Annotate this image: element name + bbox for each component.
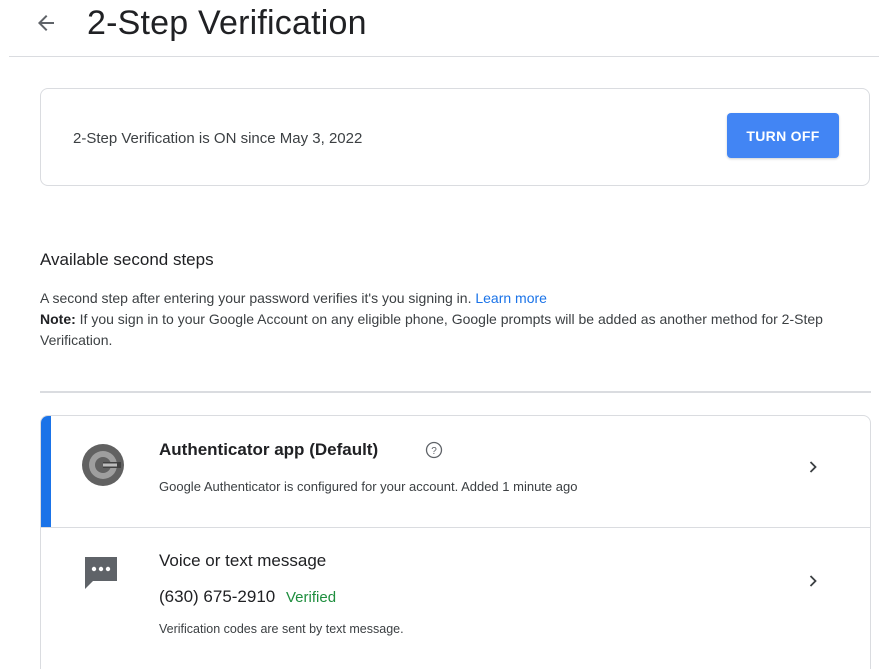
sms-icon bbox=[81, 553, 121, 593]
page-header: 2-Step Verification bbox=[9, 0, 879, 57]
method-title-suffix: (Default) bbox=[309, 440, 379, 459]
note-label: Note: bbox=[40, 311, 76, 327]
description-text: A second step after entering your passwo… bbox=[40, 290, 472, 306]
method-title: Authenticator app (Default) bbox=[159, 440, 378, 460]
chevron-right-icon[interactable] bbox=[806, 574, 820, 588]
status-card: 2-Step Verification is ON since May 3, 2… bbox=[40, 88, 870, 186]
method-voice-or-text[interactable]: Voice or text message (630) 675-2910 Ver… bbox=[41, 527, 870, 669]
help-icon[interactable]: ? bbox=[425, 441, 443, 459]
phone-number: (630) 675-2910 bbox=[159, 587, 276, 606]
methods-list: Authenticator app (Default) ? Google Aut… bbox=[40, 415, 871, 669]
google-authenticator-icon bbox=[81, 443, 125, 487]
verified-badge: Verified bbox=[286, 589, 337, 606]
section-heading: Available second steps bbox=[40, 250, 214, 269]
divider bbox=[40, 391, 871, 393]
method-subtitle: Google Authenticator is configured for y… bbox=[159, 479, 578, 494]
method-title: Voice or text message bbox=[159, 551, 327, 570]
method-authenticator-app[interactable]: Authenticator app (Default) ? Google Aut… bbox=[41, 416, 870, 528]
chevron-right-icon[interactable] bbox=[806, 460, 820, 474]
page-title: 2-Step Verification bbox=[87, 4, 367, 42]
note-text: If you sign in to your Google Account on… bbox=[40, 311, 823, 348]
learn-more-link[interactable]: Learn more bbox=[475, 290, 547, 306]
section-description: A second step after entering your passwo… bbox=[40, 288, 840, 351]
default-indicator bbox=[41, 416, 51, 527]
svg-text:?: ? bbox=[431, 446, 437, 457]
method-subtitle: Verification codes are sent by text mess… bbox=[159, 622, 404, 636]
back-arrow-icon[interactable] bbox=[31, 8, 61, 38]
phone-line: (630) 675-2910 Verified bbox=[159, 587, 336, 607]
method-title-name: Authenticator app bbox=[159, 440, 305, 459]
turn-off-button[interactable]: TURN OFF bbox=[727, 113, 839, 158]
status-text: 2-Step Verification is ON since May 3, 2… bbox=[73, 130, 363, 147]
page: 2-Step Verification 2-Step Verification … bbox=[0, 0, 886, 669]
